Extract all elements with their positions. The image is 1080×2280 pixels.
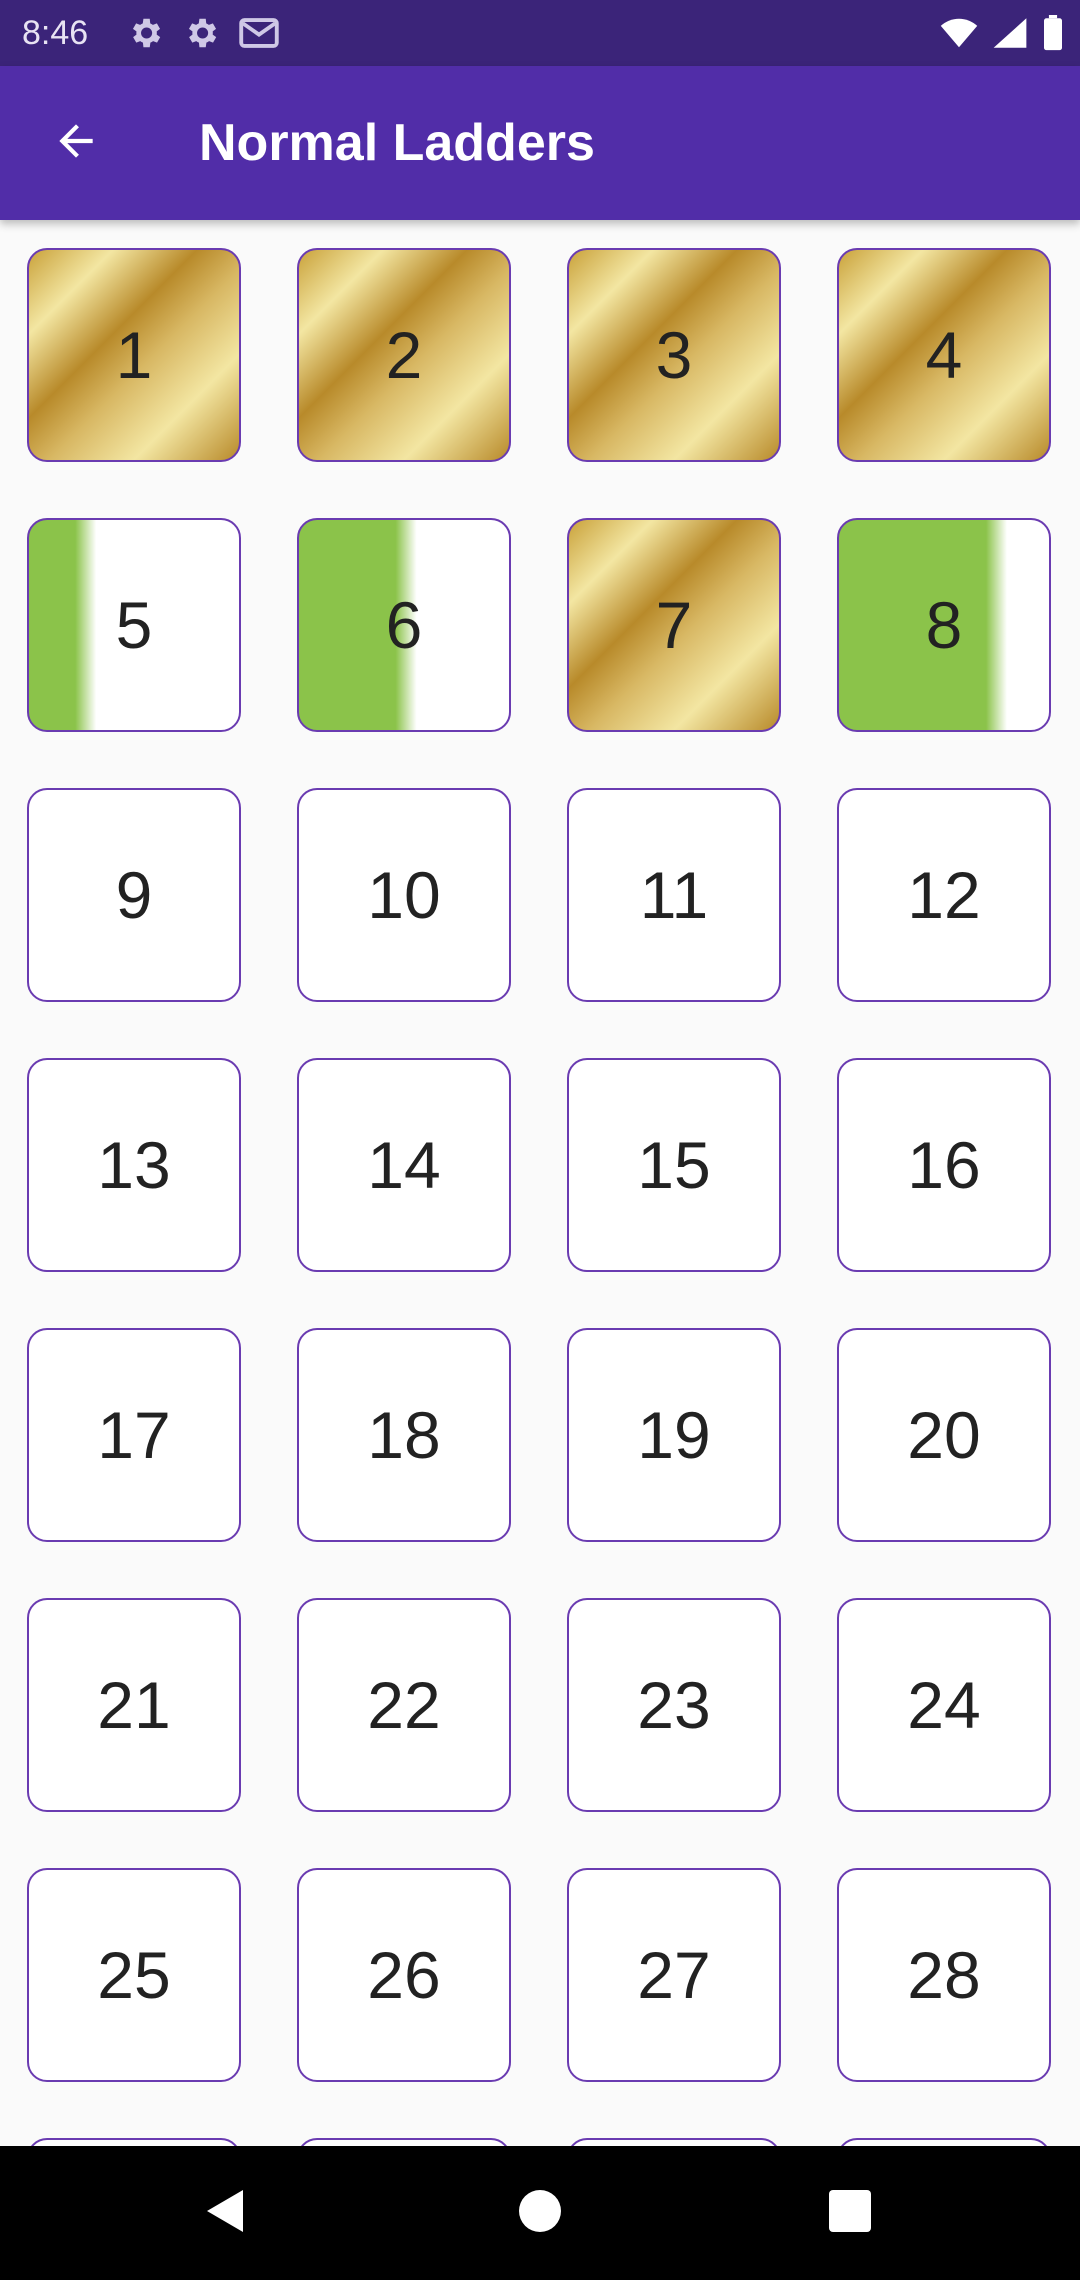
- gmail-icon: [238, 14, 280, 52]
- ladder-tile[interactable]: 3: [567, 248, 781, 462]
- ladder-number: 28: [907, 1938, 981, 2012]
- ladder-number: 19: [637, 1398, 711, 1472]
- arrow-back-icon: [51, 116, 101, 171]
- ladder-number: 27: [637, 1938, 711, 2012]
- ladder-number: 18: [367, 1398, 441, 1472]
- home-circle-icon: [518, 2189, 562, 2238]
- ladder-tile[interactable]: 11: [567, 788, 781, 1002]
- ladder-tile[interactable]: 15: [567, 1058, 781, 1272]
- ladder-grid: 1 2 3 4 5 6 7 8 9 10 11 12 13 14 15 16 17 18 19 20 21 22 23 24 2…: [27, 248, 1053, 2146]
- ladder-tile[interactable]: 1: [27, 248, 241, 462]
- ladder-tile[interactable]: 23: [567, 1598, 781, 1812]
- back-triangle-icon: [203, 2187, 247, 2240]
- ladder-grid-scroll[interactable]: 1 2 3 4 5 6 7 8 9 10 11 12 13 14 15 16 17 18 19 20 21 22 23 24 2…: [0, 220, 1080, 2146]
- ladder-tile[interactable]: 25: [27, 1868, 241, 2082]
- ladder-number: 9: [115, 858, 153, 932]
- ladder-tile[interactable]: 2: [297, 248, 511, 462]
- ladder-number: 5: [115, 588, 153, 662]
- ladder-tile[interactable]: 12: [837, 788, 1051, 1002]
- ladder-number: 15: [637, 1128, 711, 1202]
- nav-back-button[interactable]: [191, 2179, 259, 2247]
- ladder-tile[interactable]: 28: [837, 1868, 1051, 2082]
- ladder-tile[interactable]: [837, 2138, 1051, 2146]
- ladder-number: 1: [115, 318, 153, 392]
- ladder-tile[interactable]: 16: [837, 1058, 1051, 1272]
- ladder-number: 8: [925, 588, 963, 662]
- recents-square-icon: [828, 2189, 872, 2238]
- ladder-number: 7: [655, 588, 693, 662]
- ladder-tile[interactable]: 14: [297, 1058, 511, 1272]
- ladder-tile[interactable]: [297, 2138, 511, 2146]
- ladder-tile[interactable]: 13: [27, 1058, 241, 1272]
- ladder-tile[interactable]: 19: [567, 1328, 781, 1542]
- ladder-tile[interactable]: 21: [27, 1598, 241, 1812]
- ladder-tile[interactable]: 4: [837, 248, 1051, 462]
- ladder-tile[interactable]: 17: [27, 1328, 241, 1542]
- ladder-number: 6: [385, 588, 423, 662]
- ladder-number: 11: [639, 858, 709, 932]
- navigation-bar: [0, 2146, 1080, 2280]
- ladder-tile[interactable]: [567, 2138, 781, 2146]
- ladder-tile[interactable]: 8: [837, 518, 1051, 732]
- nav-home-button[interactable]: [506, 2179, 574, 2247]
- ladder-tile[interactable]: 6: [297, 518, 511, 732]
- ladder-number: 23: [637, 1668, 711, 1742]
- nav-recents-button[interactable]: [816, 2179, 884, 2247]
- back-button[interactable]: [34, 109, 118, 177]
- ladder-number: 21: [97, 1668, 171, 1742]
- ladder-tile[interactable]: 22: [297, 1598, 511, 1812]
- ladder-number: 13: [97, 1128, 171, 1202]
- ladder-number: 16: [907, 1128, 981, 1202]
- ladder-tile[interactable]: 5: [27, 518, 241, 732]
- page-title: Normal Ladders: [199, 114, 595, 172]
- ladder-number: 14: [367, 1128, 441, 1202]
- ladder-number: 3: [655, 318, 693, 392]
- ladder-number: 10: [367, 858, 441, 932]
- ladder-tile[interactable]: 24: [837, 1598, 1051, 1812]
- ladder-number: 25: [97, 1938, 171, 2012]
- ladder-number: 12: [907, 858, 981, 932]
- ladder-tile[interactable]: [27, 2138, 241, 2146]
- system-icons: [940, 12, 1064, 54]
- gear-icon: [126, 14, 164, 52]
- ladder-number: 17: [97, 1398, 171, 1472]
- ladder-tile[interactable]: 18: [297, 1328, 511, 1542]
- signal-icon: [992, 16, 1028, 50]
- status-bar: 8:46: [0, 0, 1080, 66]
- ladder-number: 4: [925, 318, 963, 392]
- ladder-tile[interactable]: 27: [567, 1868, 781, 2082]
- ladder-tile[interactable]: 9: [27, 788, 241, 1002]
- gear-icon: [182, 14, 220, 52]
- ladder-tile[interactable]: 7: [567, 518, 781, 732]
- ladder-number: 2: [385, 318, 423, 392]
- app-bar: Normal Ladders: [0, 66, 1080, 220]
- notification-icons: [126, 14, 280, 52]
- wifi-icon: [940, 16, 978, 50]
- status-time: 8:46: [22, 14, 89, 52]
- ladder-number: 22: [367, 1668, 441, 1742]
- ladder-number: 26: [367, 1938, 441, 2012]
- ladder-number: 24: [907, 1668, 981, 1742]
- battery-icon: [1042, 15, 1064, 51]
- ladder-tile[interactable]: 20: [837, 1328, 1051, 1542]
- ladder-tile[interactable]: 26: [297, 1868, 511, 2082]
- ladder-tile[interactable]: 10: [297, 788, 511, 1002]
- ladder-number: 20: [907, 1398, 981, 1472]
